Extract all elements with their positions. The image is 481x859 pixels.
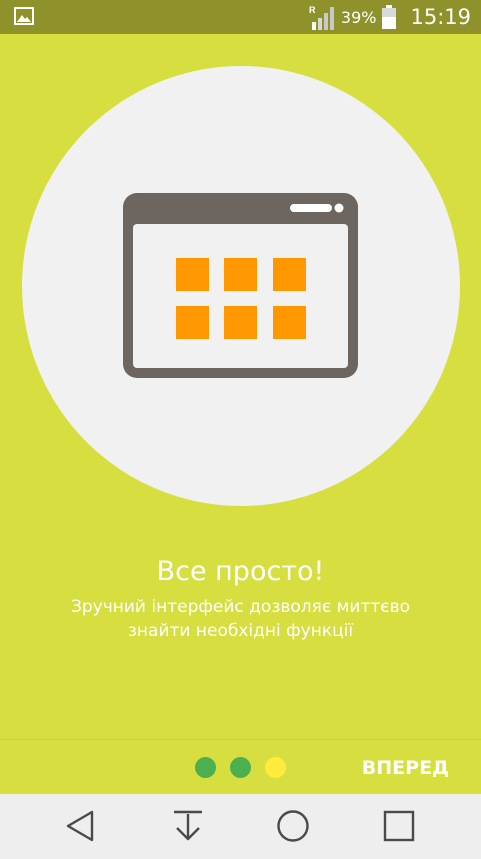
roaming-label: R xyxy=(309,5,316,15)
page-indicator-dot-2[interactable] xyxy=(230,757,251,778)
recents-icon[interactable] xyxy=(379,806,419,846)
next-button[interactable]: ВПЕРЕД xyxy=(362,757,449,779)
page-indicator-dot-1[interactable] xyxy=(195,757,216,778)
status-bar: R 39% 15:19 xyxy=(0,0,481,34)
signal-roaming-icon: R xyxy=(309,5,334,30)
gallery-icon xyxy=(14,7,34,25)
back-icon[interactable] xyxy=(62,806,102,846)
clock: 15:19 xyxy=(410,5,471,29)
battery-percent: 39% xyxy=(340,7,377,27)
page-indicator-dot-3[interactable] xyxy=(265,757,286,778)
app-grid-window-icon xyxy=(123,193,358,378)
notification-pull-icon[interactable] xyxy=(168,806,208,846)
onboarding-subtitle: Зручний інтерфейс дозволяє миттєво знайт… xyxy=(70,597,411,641)
battery-icon xyxy=(382,5,397,29)
onboarding-title: Все просто! xyxy=(156,556,325,587)
home-icon[interactable] xyxy=(273,806,313,846)
